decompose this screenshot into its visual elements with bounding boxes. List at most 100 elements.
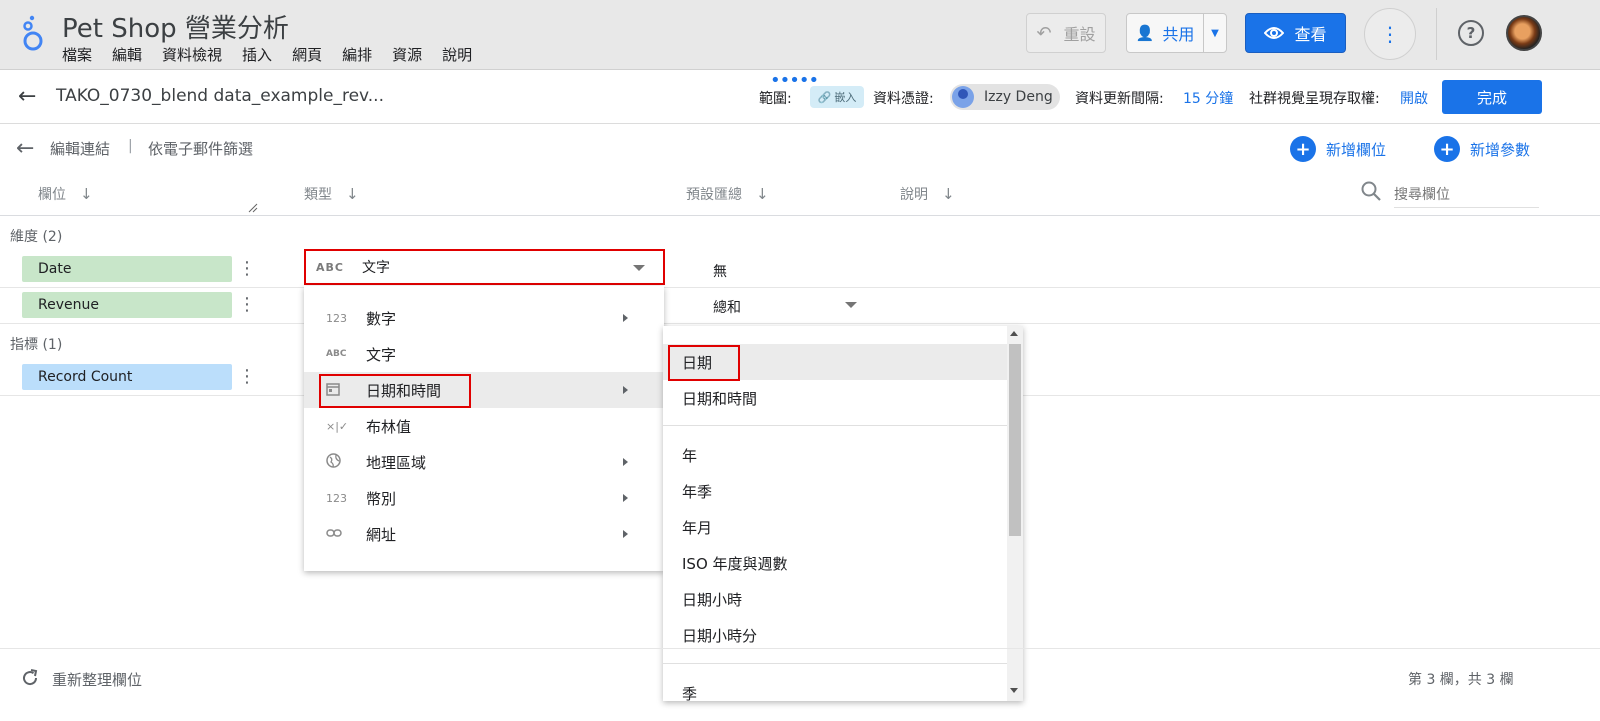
refresh-interval-value[interactable]: 15 分鐘 bbox=[1183, 88, 1233, 108]
more-options-button[interactable]: ⋮ bbox=[1364, 8, 1416, 60]
more-vert-icon: ⋮ bbox=[1380, 22, 1400, 46]
aggregation-revenue[interactable]: 總和 bbox=[713, 297, 741, 317]
column-header-field-label: 欄位 bbox=[38, 187, 66, 203]
sort-arrow-icon: ↓ bbox=[942, 185, 955, 203]
submenu-item-datetime[interactable]: 日期和時間 bbox=[663, 380, 1007, 416]
sort-arrow-icon: ↓ bbox=[80, 185, 93, 203]
breadcrumb-current: 依電子郵件篩選 bbox=[148, 140, 254, 158]
caret-down-icon: ▼ bbox=[1211, 27, 1219, 39]
refresh-fields-button[interactable]: 重新整理欄位 bbox=[52, 669, 142, 690]
submenu-scrollbar-thumb[interactable] bbox=[1009, 344, 1021, 536]
more-vert-icon[interactable]: ⋮ bbox=[238, 364, 256, 390]
text-icon: ABC bbox=[326, 349, 347, 359]
currency-icon: 123 bbox=[326, 491, 347, 505]
view-button[interactable]: 查看 bbox=[1245, 13, 1346, 53]
caret-down-icon[interactable] bbox=[845, 302, 857, 308]
submenu-item-year-quarter[interactable]: 年季 bbox=[663, 473, 1007, 509]
menu-view[interactable]: 資料檢視 bbox=[162, 44, 222, 65]
edit-connection-link[interactable]: 編輯連結 bbox=[50, 138, 110, 159]
looker-studio-logo[interactable] bbox=[20, 14, 46, 52]
number-icon: 123 bbox=[326, 311, 347, 325]
menu-edit[interactable]: 編輯 bbox=[112, 44, 142, 65]
menu-page[interactable]: 網頁 bbox=[292, 44, 322, 65]
column-header-type-label: 類型 bbox=[304, 187, 332, 203]
submenu-item-year-month[interactable]: 年月 bbox=[663, 509, 1007, 545]
search-fields-input[interactable] bbox=[1394, 180, 1539, 208]
scroll-up-arrow-icon[interactable] bbox=[1010, 331, 1018, 336]
more-vert-icon[interactable]: ⋮ bbox=[238, 256, 256, 282]
menu-help[interactable]: 說明 bbox=[442, 44, 472, 65]
submenu-arrow-icon bbox=[623, 314, 628, 322]
datasource-name[interactable]: TAKO_0730_blend data_example_rev... bbox=[56, 86, 384, 106]
refresh-icon[interactable] bbox=[20, 668, 40, 688]
link-icon bbox=[304, 528, 366, 541]
highlight-box bbox=[668, 345, 740, 381]
reset-button[interactable]: ↶ 重設 bbox=[1026, 13, 1106, 53]
aggregation-date: 無 bbox=[713, 264, 727, 280]
share-dropdown-button[interactable]: ▼ bbox=[1203, 13, 1227, 53]
sort-arrow-icon: ↓ bbox=[346, 185, 359, 203]
field-chip-revenue[interactable]: Revenue bbox=[22, 292, 232, 318]
type-menu-item-currency[interactable]: 123 幣別 bbox=[304, 480, 664, 516]
back-arrow-icon[interactable]: ← bbox=[18, 84, 36, 109]
link-icon: 🔗 bbox=[817, 90, 832, 104]
submenu-item-date-hour[interactable]: 日期小時 bbox=[663, 581, 1007, 617]
scroll-down-arrow-icon[interactable] bbox=[1010, 688, 1018, 693]
resize-handle-icon[interactable] bbox=[248, 203, 258, 213]
scope-label: 範圍: bbox=[759, 91, 792, 107]
menu-resource[interactable]: 資源 bbox=[392, 44, 422, 65]
back-arrow-icon[interactable]: ← bbox=[16, 136, 34, 161]
search-icon bbox=[1361, 181, 1381, 201]
header-divider bbox=[0, 215, 1600, 216]
add-parameter-button[interactable]: + 新增參數 bbox=[1434, 136, 1530, 162]
column-header-description[interactable]: 說明 ↓ bbox=[900, 184, 955, 204]
menu-arrange[interactable]: 編排 bbox=[342, 44, 372, 65]
credentials-chip[interactable]: Izzy Deng bbox=[950, 84, 1060, 110]
field-chip-record-count[interactable]: Record Count bbox=[22, 364, 232, 390]
datasource-bar: ← TAKO_0730_blend data_example_rev... ••… bbox=[0, 70, 1600, 124]
refresh-interval-label: 資料更新間隔: bbox=[1075, 91, 1164, 107]
done-button[interactable]: 完成 bbox=[1442, 80, 1542, 114]
more-vert-icon[interactable]: ⋮ bbox=[238, 292, 256, 318]
add-field-label: 新增欄位 bbox=[1326, 140, 1387, 159]
reset-label: 重設 bbox=[1063, 25, 1096, 44]
type-menu-item-text[interactable]: ABC 文字 bbox=[304, 336, 664, 372]
share-button[interactable]: 👤 共用 bbox=[1126, 13, 1204, 53]
type-menu-item-boolean[interactable]: ×|✓ 布林值 bbox=[304, 408, 664, 444]
type-menu-item-geo[interactable]: 地理區域 bbox=[304, 444, 664, 480]
report-title[interactable]: Pet Shop 營業分析 bbox=[62, 8, 289, 45]
type-menu: 123 數字 ABC 文字 日期和時間 ×|✓ 布林值 地理區域 123 幣別 … bbox=[304, 286, 664, 571]
column-header-type[interactable]: 類型 ↓ bbox=[304, 184, 359, 204]
submenu-item-year[interactable]: 年 bbox=[663, 437, 1007, 473]
field-count: 第 3 欄，共 3 欄 bbox=[1408, 672, 1514, 688]
plus-icon: + bbox=[1290, 136, 1316, 162]
help-icon[interactable]: ? bbox=[1458, 20, 1484, 46]
dimensions-section-label: 維度 (2) bbox=[10, 229, 63, 245]
column-header-field[interactable]: 欄位 ↓ bbox=[38, 184, 93, 204]
add-field-button[interactable]: + 新增欄位 bbox=[1290, 136, 1386, 162]
submenu-divider bbox=[663, 663, 1007, 664]
type-select-date[interactable]: ABC 文字 bbox=[304, 249, 665, 285]
column-header-aggregation[interactable]: 預設匯總 ↓ bbox=[686, 184, 769, 204]
menu-file[interactable]: 檔案 bbox=[62, 44, 92, 65]
type-menu-label: 文字 bbox=[366, 345, 397, 364]
eye-icon bbox=[1264, 27, 1285, 39]
footer-divider bbox=[0, 648, 1600, 649]
embed-chip[interactable]: 🔗 嵌入 bbox=[810, 86, 864, 108]
user-avatar[interactable] bbox=[1506, 15, 1542, 51]
submenu-arrow-icon bbox=[623, 494, 628, 502]
community-access-value[interactable]: 開啟 bbox=[1400, 88, 1428, 108]
row-divider bbox=[0, 323, 1600, 324]
submenu-item-quarter[interactable]: 季 bbox=[663, 675, 1007, 702]
type-menu-item-url[interactable]: 網址 bbox=[304, 516, 664, 552]
type-menu-item-number[interactable]: 123 數字 bbox=[304, 300, 664, 336]
share-label: 共用 bbox=[1162, 25, 1195, 44]
type-menu-label: 地理區域 bbox=[366, 453, 427, 472]
menu-insert[interactable]: 插入 bbox=[242, 44, 272, 65]
submenu-item-iso-year-week[interactable]: ISO 年度與週數 bbox=[663, 545, 1007, 581]
community-access-label: 社群視覺呈現存取權: bbox=[1249, 91, 1380, 107]
type-menu-item-datetime[interactable]: 日期和時間 bbox=[304, 372, 664, 408]
caret-down-icon bbox=[633, 265, 645, 271]
field-chip-date[interactable]: Date bbox=[22, 256, 232, 282]
breadcrumb-separator: | bbox=[128, 138, 133, 154]
